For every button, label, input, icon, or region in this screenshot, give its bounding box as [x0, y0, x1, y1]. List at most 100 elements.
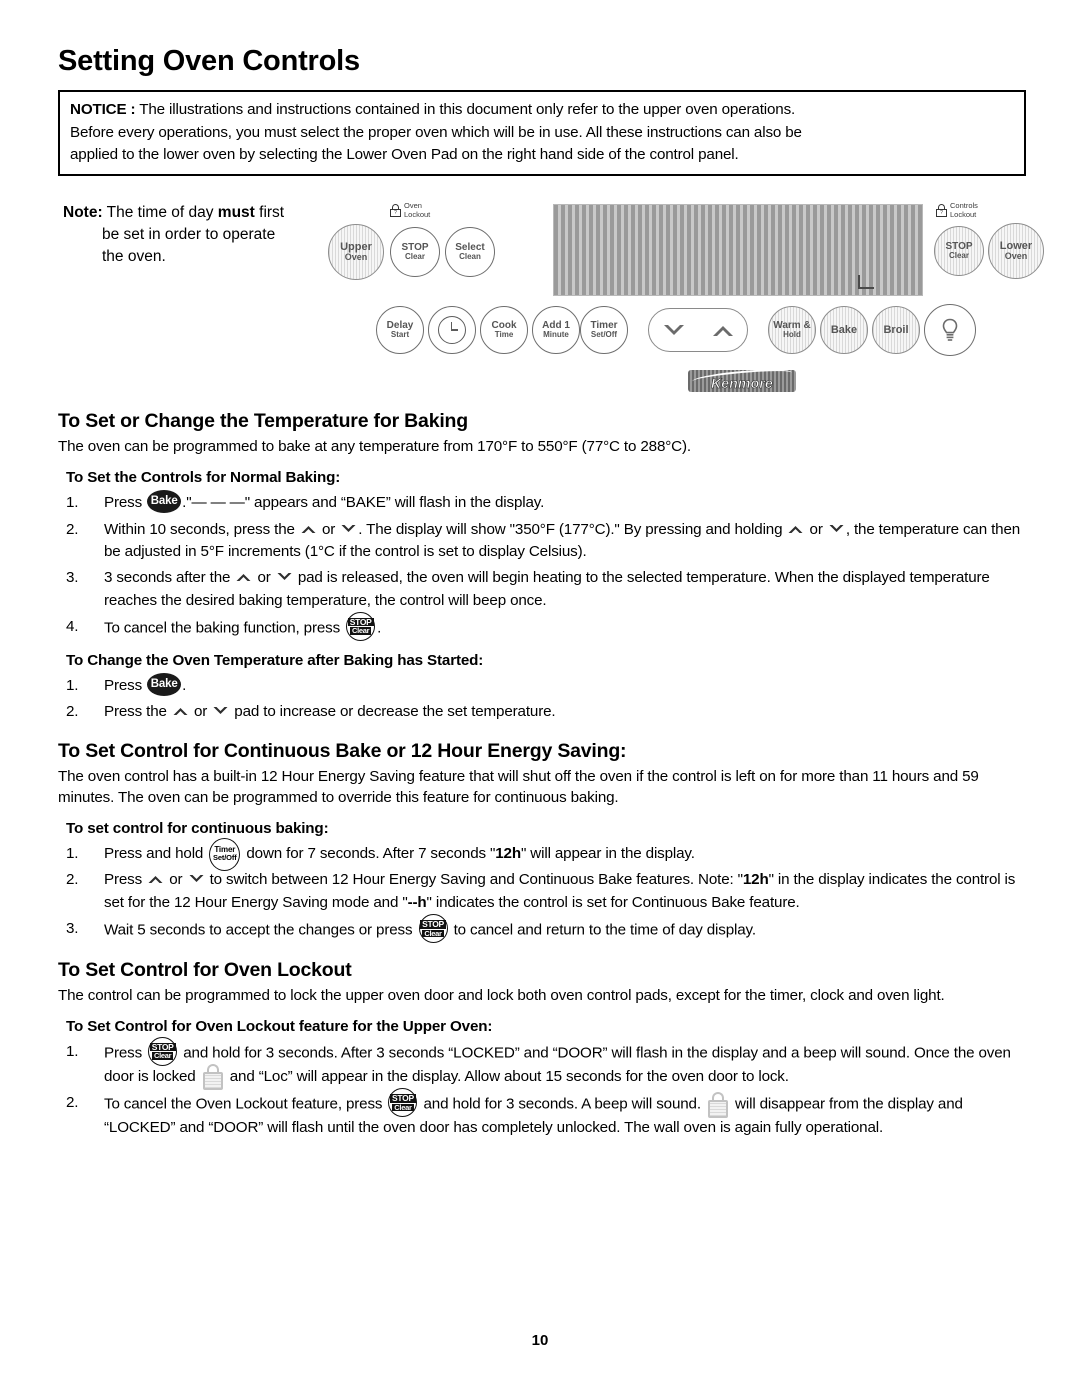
chevron-down-icon [341, 524, 356, 532]
chevron-down-icon [277, 573, 292, 581]
page-number: 10 [531, 1332, 549, 1349]
chevron-down-icon[interactable] [663, 324, 685, 337]
kenmore-logo: Kenmore [688, 370, 796, 393]
panel-button-stop-clear-lower[interactable]: STOP Clear [934, 226, 984, 277]
notice-line-3: applied to the lower oven by selecting t… [70, 146, 739, 164]
bake-button-icon[interactable]: Bake [147, 490, 182, 514]
panel-button-warm-hold[interactable]: Warm & Hold [768, 306, 816, 355]
oven-display-lcd [553, 204, 923, 297]
lock-step2-text-b: and hold for 3 seconds. A beep will soun… [419, 1095, 705, 1113]
chevron-down-icon [189, 875, 203, 883]
list-item: 3. 3 seconds after the or pad is released… [58, 567, 1026, 612]
step2-text-b: or [317, 520, 340, 538]
stop-icon-line2: Clear [350, 626, 372, 636]
controls-lockout-label-line2: Lockout [950, 209, 977, 219]
stop-clear-button-icon[interactable]: STOP Clear [148, 1036, 178, 1066]
cont-step2-text-e: " indicates the control is set for Conti… [426, 893, 800, 911]
panel-button-broil[interactable]: Broil [872, 306, 920, 355]
stop-icon-line1: STOP [347, 616, 374, 627]
chevron-up-icon [301, 525, 316, 533]
panel-button-lower-oven[interactable]: Lower Oven [988, 223, 1044, 280]
warm-hold-line2: Hold [783, 330, 801, 340]
list-item: 1. Press Bake ."— — —" appears and “BAKE” … [58, 490, 1026, 514]
stop-icon-line2: Clear [152, 1051, 174, 1061]
notice-label: NOTICE : [70, 101, 136, 119]
upper-oven-line2: Oven [344, 252, 368, 263]
stop-clear-button-icon[interactable]: STOP Clear [346, 611, 376, 641]
cont-step3-text-a: Wait 5 seconds to accept the changes or … [104, 921, 417, 939]
list-item: 1. Press Bake. [58, 672, 1026, 697]
subheading-lockout-upper-oven: To Set Control for Oven Lockout feature … [66, 1017, 493, 1035]
step-number: 1. [66, 676, 79, 694]
illustration-row: Note: The time of day must first be set … [58, 194, 1044, 394]
note-text-part2: first [254, 204, 285, 222]
timer-set-off-button-icon[interactable]: Timer Set/Off [209, 837, 241, 871]
baking-steps-list: 1. Press Bake ."— — —" appears and “BAKE” … [58, 490, 1026, 641]
chevron-down-icon [213, 707, 228, 715]
panel-button-upper-oven[interactable]: Upper Oven [328, 224, 384, 281]
padlock-icon [202, 1064, 223, 1091]
display-corner-mark-icon [858, 275, 874, 290]
panel-button-select-clean[interactable]: Select Clean [445, 227, 495, 278]
timer-set-off-line2: Set/Off [590, 330, 618, 340]
heading-set-change-temperature: To Set or Change the Temperature for Bak… [58, 410, 468, 433]
bake-line1: Bake [830, 323, 858, 336]
bake-button-icon[interactable]: Bake [147, 672, 182, 696]
notice-line-1: NOTICE : The illustrations and instructi… [70, 99, 1014, 121]
change-step2-text-a: Press the [104, 703, 171, 721]
stop-clear-button-icon[interactable]: STOP Clear [388, 1088, 418, 1118]
notice-line-1-text: The illustrations and instructions conta… [135, 101, 796, 119]
step2-text-c: . The display will show "350°F (177°C)."… [358, 520, 787, 538]
panel-button-cook-time[interactable]: Cook Time [480, 306, 528, 355]
list-item: 1. Press and hold Timer Set/Off down for 7… [58, 837, 1026, 871]
continuous-steps-list: 1. Press and hold Timer Set/Off down for 7… [58, 837, 1026, 944]
note-block: Note: The time of day must first be set … [63, 202, 333, 268]
stop-clear-button-icon[interactable]: STOP Clear [418, 914, 448, 944]
panel-button-delay-start[interactable]: Delay Start [376, 306, 424, 355]
padlock-icon [707, 1092, 728, 1119]
list-item: 3. Wait 5 seconds to accept the changes o… [58, 914, 1026, 944]
stop-icon-line2: Clear [392, 1102, 414, 1112]
step4-text-b: . [377, 619, 382, 637]
list-item: 2. Press or to switch between 12 Hour Ene… [58, 869, 1026, 914]
panel-button-clock[interactable] [428, 306, 476, 355]
kenmore-wordmark: Kenmore [710, 374, 774, 392]
step-number: 4. [66, 617, 79, 635]
panel-button-add-1-minute[interactable]: Add 1 Minute [532, 306, 580, 355]
stop-left-line2: Clear [404, 252, 425, 262]
panel-button-timer-set-off[interactable]: Timer Set/Off [580, 306, 628, 355]
controls-lockout-label-text: Controls Lockout [950, 202, 978, 219]
note-text-strong: must [217, 204, 255, 222]
change-step1-text-a: Press [104, 676, 147, 694]
step-number: 2. [66, 871, 79, 889]
cont-step1-text-c: " will appear in the display. [521, 845, 695, 863]
panel-button-oven-light[interactable] [924, 304, 976, 357]
heading-continuous-bake: To Set Control for Continuous Bake or 12… [58, 739, 627, 762]
panel-button-stop-clear-upper[interactable]: STOP Clear [390, 227, 440, 278]
heading-oven-lockout: To Set Control for Oven Lockout [58, 959, 352, 982]
stop-right-line2: Clear [948, 251, 969, 261]
lockout-steps-list: 1. Press STOP Clear and hold for 3 seconds… [58, 1036, 1026, 1140]
cont-step1-bold: 12h [495, 845, 521, 863]
subheading-normal-baking: To Set the Controls for Normal Baking: [66, 469, 341, 487]
step-number: 2. [66, 703, 79, 721]
oven-lockout-label: ? Oven Lockout [390, 202, 430, 219]
step3-text-a: 3 seconds after the [104, 569, 235, 587]
cont-step2-bold2: --h [407, 893, 427, 911]
cont-step2-text-c: to switch between 12 Hour Energy Saving … [205, 871, 743, 889]
panel-arrow-pad[interactable] [648, 308, 748, 353]
manual-page: Setting Oven Controls NOTICE : The illus… [0, 0, 1080, 1397]
timer-icon-line2: Set/Off [213, 853, 237, 863]
change-step2-text-b: or [189, 703, 212, 721]
continuous-intro: The oven control has a built-in 12 Hour … [58, 767, 979, 807]
change-step2-text-c: pad to increase or decrease the set temp… [230, 703, 556, 721]
lock-step1-text-c: and “Loc” will appear in the display. Al… [225, 1067, 789, 1085]
notice-line-2: Before every operations, you must select… [70, 123, 802, 141]
delay-start-line2: Start [390, 330, 410, 340]
padlock-icon: ? [936, 204, 947, 218]
add-1-minute-line2: Minute [543, 330, 569, 340]
panel-button-bake[interactable]: Bake [820, 306, 868, 355]
chevron-up-icon[interactable] [712, 324, 734, 337]
step2-text-d: or [805, 520, 827, 538]
chevron-up-icon [236, 574, 251, 582]
